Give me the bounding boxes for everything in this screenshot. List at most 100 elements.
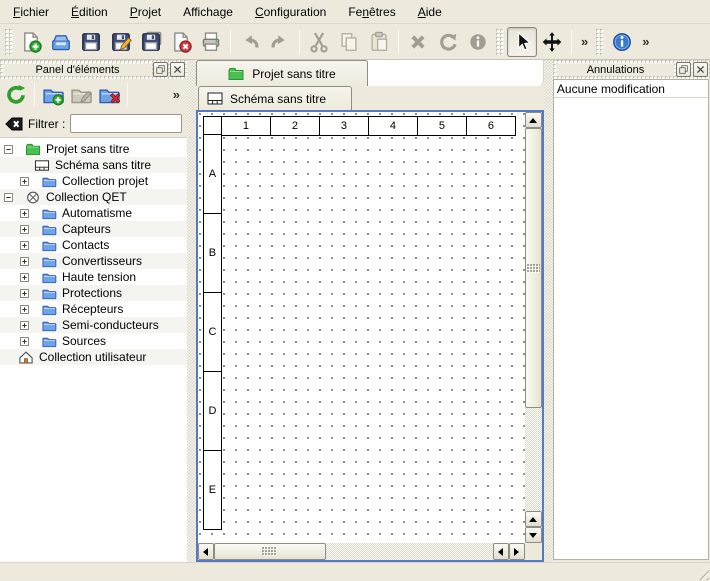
- float-panel-button[interactable]: [153, 62, 168, 77]
- column-header-2: 2: [270, 116, 320, 136]
- schema-canvas[interactable]: 123456 ABCDE: [198, 112, 525, 543]
- horizontal-scrollbar[interactable]: [198, 543, 525, 560]
- tree-item-r-cepteurs[interactable]: Récepteurs: [0, 301, 187, 317]
- clear-filter-icon[interactable]: [5, 117, 23, 131]
- tree-item-sch-ma-sans-titre[interactable]: Schéma sans titre: [0, 157, 187, 173]
- new-document-button[interactable]: [16, 27, 46, 57]
- right-splitter[interactable]: [544, 60, 553, 562]
- undo-button[interactable]: [235, 27, 265, 57]
- row-header-e: E: [203, 450, 222, 530]
- expand-toggle-icon[interactable]: [20, 305, 29, 314]
- tree-item-label: Capteurs: [62, 222, 111, 236]
- menu-affichage[interactable]: Affichage: [174, 2, 242, 22]
- toolbar-handle[interactable]: [5, 29, 13, 55]
- copy-button[interactable]: [334, 27, 364, 57]
- folder-icon: [41, 286, 57, 301]
- tree-item-label: Collection projet: [62, 174, 148, 188]
- float-panel-button[interactable]: [676, 62, 691, 77]
- save-icon: [80, 31, 102, 53]
- elements-panel-titlebar[interactable]: Panel d'éléments: [0, 60, 187, 79]
- tab-project[interactable]: Projet sans titre: [196, 60, 368, 86]
- vertical-scrollbar[interactable]: [525, 112, 542, 543]
- expand-toggle-icon[interactable]: [20, 273, 29, 282]
- toolbar-handle[interactable]: [596, 29, 604, 55]
- undo-panel-titlebar[interactable]: Annulations: [553, 60, 710, 79]
- tree-item-collection-projet[interactable]: Collection projet: [0, 173, 187, 189]
- close-panel-button[interactable]: [693, 62, 708, 77]
- reload-icon: [5, 84, 27, 106]
- pointer-button[interactable]: [507, 27, 537, 57]
- tree-item-collection-qet[interactable]: Collection QET: [0, 189, 187, 205]
- vertical-scrollbar-thumb[interactable]: [525, 128, 542, 408]
- redo-button[interactable]: [265, 27, 295, 57]
- info-gray-button[interactable]: [463, 27, 493, 57]
- tree-item-protections[interactable]: Protections: [0, 285, 187, 301]
- delete-button[interactable]: [403, 27, 433, 57]
- tree-item-projet-sans-titre[interactable]: Projet sans titre: [0, 141, 187, 157]
- expand-toggle-icon[interactable]: [20, 337, 29, 346]
- reload-button[interactable]: [2, 81, 30, 109]
- up-arrow-icon: [529, 118, 537, 123]
- menu-fen-tres[interactable]: Fenêtres: [339, 2, 404, 22]
- toolbar-overflow-button[interactable]: »: [637, 32, 654, 51]
- open-document-button[interactable]: [46, 27, 76, 57]
- move-button[interactable]: [537, 27, 567, 57]
- tree-item-contacts[interactable]: Contacts: [0, 237, 187, 253]
- undo-history-item[interactable]: Aucune modification: [554, 80, 708, 98]
- resize-grip[interactable]: [695, 566, 709, 580]
- save-as-button[interactable]: [106, 27, 136, 57]
- toolbar-handle[interactable]: [496, 29, 504, 55]
- scroll-left-button[interactable]: [198, 543, 214, 560]
- delete-category-button[interactable]: [95, 81, 123, 109]
- menu-fichier[interactable]: Fichier: [4, 2, 58, 22]
- tree-item-automatisme[interactable]: Automatisme: [0, 205, 187, 221]
- expand-toggle-icon[interactable]: [20, 241, 29, 250]
- undo-icon: [239, 31, 261, 53]
- scroll-up-button-bottom[interactable]: [525, 511, 542, 527]
- expand-toggle-icon[interactable]: [20, 177, 29, 186]
- tree-item-semi-conducteurs[interactable]: Semi-conducteurs: [0, 317, 187, 333]
- about-info-button[interactable]: [607, 27, 637, 57]
- save-button[interactable]: [76, 27, 106, 57]
- menu-configuration[interactable]: Configuration: [246, 2, 335, 22]
- scroll-down-button[interactable]: [525, 527, 542, 543]
- filter-input[interactable]: [70, 114, 182, 133]
- toolbar-overflow-button[interactable]: »: [576, 32, 593, 51]
- horizontal-scrollbar-thumb[interactable]: [214, 543, 326, 560]
- collapse-toggle-icon[interactable]: [4, 193, 13, 202]
- expand-toggle-icon[interactable]: [20, 289, 29, 298]
- menu-dition[interactable]: Édition: [62, 2, 117, 22]
- left-splitter[interactable]: [187, 60, 196, 562]
- tab-schema[interactable]: Schéma sans titre: [198, 86, 352, 110]
- scroll-right-button[interactable]: [509, 543, 525, 560]
- new-category-button[interactable]: [39, 81, 67, 109]
- column-header-6: 6: [466, 116, 516, 136]
- tree-item-sources[interactable]: Sources: [0, 333, 187, 349]
- menu-aide[interactable]: Aide: [409, 2, 451, 22]
- collapse-toggle-icon[interactable]: [4, 145, 13, 154]
- close-document-button[interactable]: [166, 27, 196, 57]
- expand-toggle-icon[interactable]: [20, 225, 29, 234]
- row-header-b: B: [203, 213, 222, 293]
- scroll-up-button[interactable]: [525, 112, 542, 128]
- print-button[interactable]: [196, 27, 226, 57]
- menu-projet[interactable]: Projet: [121, 2, 170, 22]
- rotate-button[interactable]: [433, 27, 463, 57]
- edit-category-button[interactable]: [67, 81, 95, 109]
- row-header-c: C: [203, 292, 222, 372]
- expand-toggle-icon[interactable]: [20, 257, 29, 266]
- save-all-button[interactable]: [136, 27, 166, 57]
- close-panel-button[interactable]: [170, 62, 185, 77]
- scroll-left-button-right[interactable]: [493, 543, 509, 560]
- toolbar-overflow-button[interactable]: »: [168, 85, 185, 104]
- filter-label: Filtrer :: [28, 117, 65, 131]
- tree-item-collection-utilisateur[interactable]: Collection utilisateur: [0, 349, 187, 365]
- tree-item-label: Semi-conducteurs: [62, 318, 159, 332]
- expand-toggle-icon[interactable]: [20, 209, 29, 218]
- tree-item-haute-tension[interactable]: Haute tension: [0, 269, 187, 285]
- tree-item-convertisseurs[interactable]: Convertisseurs: [0, 253, 187, 269]
- tree-item-capteurs[interactable]: Capteurs: [0, 221, 187, 237]
- cut-button[interactable]: [304, 27, 334, 57]
- expand-toggle-icon[interactable]: [20, 321, 29, 330]
- paste-button[interactable]: [364, 27, 394, 57]
